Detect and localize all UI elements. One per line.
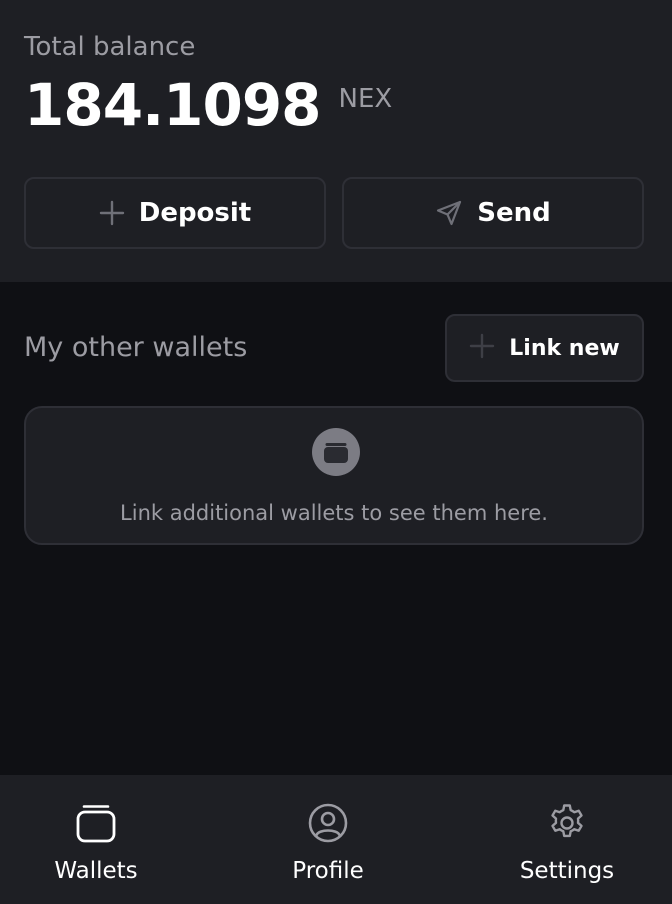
profile-icon <box>308 803 348 843</box>
empty-wallets-message: Link additional wallets to see them here… <box>120 501 548 525</box>
send-button[interactable]: Send <box>342 177 644 249</box>
deposit-button[interactable]: Deposit <box>24 177 326 249</box>
nav-profile[interactable]: Profile <box>228 775 428 904</box>
empty-wallets-card: Link additional wallets to see them here… <box>24 406 644 545</box>
balance-amount: 184.1098 <box>24 71 322 139</box>
link-new-label: Link new <box>509 335 620 361</box>
send-label: Send <box>477 198 551 228</box>
plus-icon <box>469 333 495 363</box>
wallet-icon <box>312 428 360 476</box>
wallets-icon <box>76 805 116 843</box>
nav-settings[interactable]: Settings <box>467 775 667 904</box>
other-wallets-title: My other wallets <box>24 332 248 363</box>
send-icon <box>435 199 463 227</box>
deposit-label: Deposit <box>138 198 252 228</box>
balance-row: 184.1098 NEX <box>24 72 392 138</box>
balance-label: Total balance <box>24 32 196 62</box>
nav-wallets-label: Wallets <box>54 858 138 884</box>
nav-settings-label: Settings <box>519 858 615 884</box>
settings-icon <box>551 804 583 838</box>
plus-icon <box>99 200 125 226</box>
balance-currency: NEX <box>338 84 393 114</box>
link-new-button[interactable]: Link new <box>445 314 644 382</box>
nav-profile-label: Profile <box>292 858 364 884</box>
nav-wallets[interactable]: Wallets <box>0 775 196 904</box>
bottom-nav: Wallets Profile Settings <box>0 775 672 904</box>
balance-panel: Total balance 184.1098 NEX Deposit Send <box>0 0 672 282</box>
